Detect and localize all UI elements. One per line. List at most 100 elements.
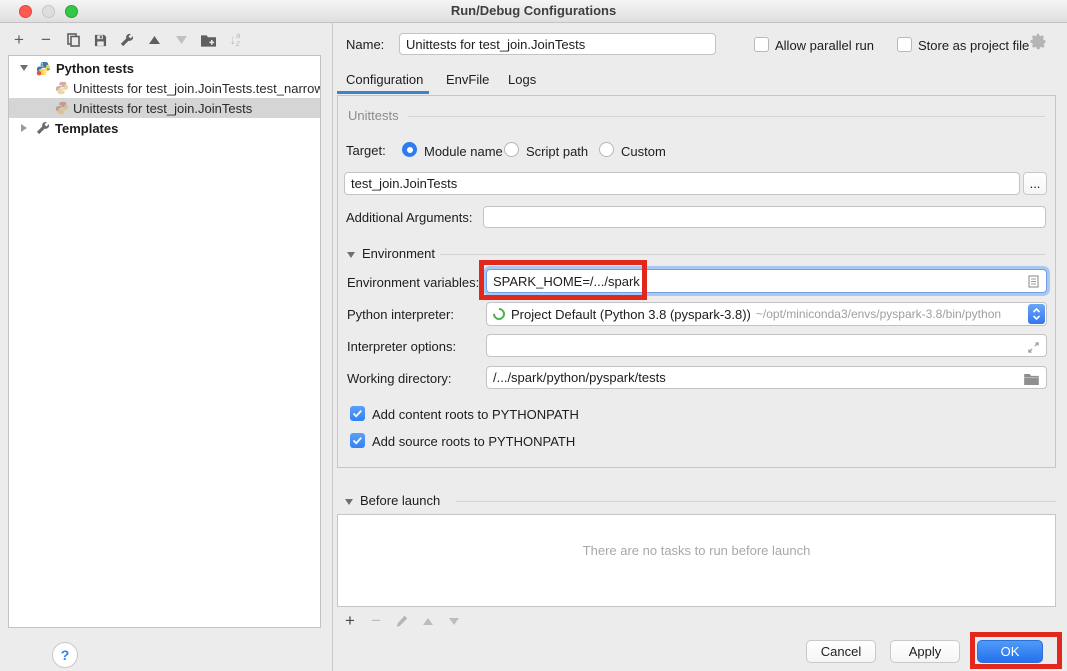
gear-icon[interactable] xyxy=(1030,33,1047,53)
ok-label: OK xyxy=(1001,644,1020,659)
unittests-group-label: Unittests xyxy=(348,108,399,123)
dropdown-stepper-icon[interactable] xyxy=(1028,304,1045,324)
check-icon xyxy=(350,433,365,448)
environment-variables-value: SPARK_HOME=/.../spark xyxy=(493,274,640,289)
move-up-icon[interactable] xyxy=(146,32,162,48)
templates-wrench-icon xyxy=(36,121,50,135)
cancel-label: Cancel xyxy=(821,644,861,659)
before-launch-task-list: There are no tasks to run before launch xyxy=(337,514,1056,607)
before-launch-divider xyxy=(456,501,1056,502)
tree-item-label: Templates xyxy=(55,121,118,136)
allow-parallel-run-checkbox[interactable] xyxy=(754,37,769,52)
python-interpreter-select[interactable]: Project Default (Python 3.8 (pyspark-3.8… xyxy=(486,302,1047,326)
ok-button[interactable]: OK xyxy=(977,640,1043,663)
close-window-button[interactable] xyxy=(19,5,32,18)
tree-item-unittest-jointests-selected[interactable]: Unittests for test_join.JoinTests xyxy=(9,98,320,118)
name-label: Name: xyxy=(346,37,384,52)
browse-label: ... xyxy=(1030,176,1041,191)
tree-item-python-tests[interactable]: Python tests xyxy=(9,58,320,78)
tab-logs[interactable]: Logs xyxy=(508,72,536,87)
minimize-window-button[interactable] xyxy=(42,5,55,18)
conda-env-icon xyxy=(491,306,508,323)
tree-item-label: Unittests for test_join.JoinTests xyxy=(73,101,252,116)
additional-arguments-label: Additional Arguments: xyxy=(346,210,472,225)
radio-custom[interactable] xyxy=(599,142,614,157)
sort-configurations-icon[interactable]: ↓az xyxy=(227,32,243,48)
folder-icon[interactable] xyxy=(1024,373,1039,388)
environment-divider xyxy=(440,254,1045,255)
remove-task-icon[interactable]: − xyxy=(368,613,384,629)
python-test-icon xyxy=(55,101,69,115)
collapse-icon[interactable] xyxy=(20,65,28,71)
move-down-icon[interactable] xyxy=(173,32,189,48)
add-content-roots-label: Add content roots to PYTHONPATH xyxy=(372,407,579,422)
working-directory-input[interactable]: /.../spark/python/pyspark/tests xyxy=(486,366,1047,389)
zoom-window-button[interactable] xyxy=(65,5,78,18)
no-tasks-message: There are no tasks to run before launch xyxy=(338,543,1055,558)
remove-configuration-icon[interactable]: − xyxy=(38,32,54,48)
new-folder-icon[interactable] xyxy=(200,32,216,48)
radio-module-name-label: Module name xyxy=(424,144,503,159)
working-directory-value: /.../spark/python/pyspark/tests xyxy=(493,370,666,385)
tree-item-label: Python tests xyxy=(56,61,134,76)
tab-envfile[interactable]: EnvFile xyxy=(446,72,489,87)
allow-parallel-run-label: Allow parallel run xyxy=(775,38,874,53)
add-source-roots-label: Add source roots to PYTHONPATH xyxy=(372,434,575,449)
tree-item-unittest-narrow[interactable]: Unittests for test_join.JoinTests.test_n… xyxy=(9,78,320,98)
environment-variables-input[interactable]: SPARK_HOME=/.../spark xyxy=(486,269,1047,293)
move-task-down-icon[interactable] xyxy=(446,613,462,629)
sidebar-toolbar: + − ↓az xyxy=(11,31,243,49)
help-button[interactable]: ? xyxy=(52,642,78,668)
edit-task-icon[interactable] xyxy=(394,613,410,629)
python-tests-icon xyxy=(36,61,51,76)
module-name-value: test_join.JoinTests xyxy=(351,176,457,191)
python-interpreter-value: Project Default (Python 3.8 (pyspark-3.8… xyxy=(511,307,751,322)
help-icon: ? xyxy=(61,647,70,663)
configuration-form: Unittests Target: Module name Script pat… xyxy=(337,95,1056,468)
tree-item-label: Unittests for test_join.JoinTests.test_n… xyxy=(73,81,320,96)
add-task-icon[interactable]: + xyxy=(342,613,358,629)
add-configuration-icon[interactable]: + xyxy=(11,32,27,48)
before-launch-collapse-icon[interactable] xyxy=(345,499,353,505)
cancel-button[interactable]: Cancel xyxy=(806,640,876,663)
radio-script-path[interactable] xyxy=(504,142,519,157)
group-divider xyxy=(408,116,1045,117)
python-interpreter-label: Python interpreter: xyxy=(347,307,454,322)
tab-configuration[interactable]: Configuration xyxy=(346,72,423,87)
apply-button[interactable]: Apply xyxy=(890,640,960,663)
save-configuration-icon[interactable] xyxy=(92,32,108,48)
configurations-tree: Python tests Unittests for test_join.Joi… xyxy=(8,55,321,628)
check-icon xyxy=(350,406,365,421)
python-test-icon xyxy=(55,81,69,95)
python-interpreter-path: ~/opt/miniconda3/envs/pyspark-3.8/bin/py… xyxy=(756,307,1001,321)
browse-module-button[interactable]: ... xyxy=(1023,172,1047,195)
active-tab-underline xyxy=(337,91,429,94)
tree-item-templates[interactable]: Templates xyxy=(9,118,320,138)
interpreter-options-input[interactable] xyxy=(486,334,1047,357)
before-launch-section-label: Before launch xyxy=(360,493,440,508)
expand-icon[interactable] xyxy=(21,124,27,132)
radio-custom-label: Custom xyxy=(621,144,666,159)
configurations-sidebar: + − ↓az xyxy=(0,23,333,671)
additional-arguments-input[interactable] xyxy=(483,206,1046,228)
target-label: Target: xyxy=(346,143,386,158)
expand-field-icon[interactable] xyxy=(1028,341,1039,356)
environment-variables-label: Environment variables: xyxy=(347,275,479,290)
module-name-input[interactable]: test_join.JoinTests xyxy=(344,172,1020,195)
interpreter-options-label: Interpreter options: xyxy=(347,339,456,354)
environment-section-label: Environment xyxy=(362,246,435,261)
name-input[interactable]: Unittests for test_join.JoinTests xyxy=(399,33,716,55)
add-source-roots-checkbox[interactable] xyxy=(350,433,365,448)
move-task-up-icon[interactable] xyxy=(420,613,436,629)
store-as-project-file-label: Store as project file xyxy=(918,38,1029,53)
name-value: Unittests for test_join.JoinTests xyxy=(406,37,585,52)
environment-collapse-icon[interactable] xyxy=(347,252,355,258)
env-vars-list-icon[interactable] xyxy=(1028,275,1039,291)
add-content-roots-checkbox[interactable] xyxy=(350,406,365,421)
working-directory-label: Working directory: xyxy=(347,371,452,386)
radio-module-name[interactable] xyxy=(402,142,417,157)
before-launch-toolbar: + − xyxy=(342,613,462,629)
edit-templates-icon[interactable] xyxy=(119,32,135,48)
copy-configuration-icon[interactable] xyxy=(65,32,81,48)
store-as-project-file-checkbox[interactable] xyxy=(897,37,912,52)
